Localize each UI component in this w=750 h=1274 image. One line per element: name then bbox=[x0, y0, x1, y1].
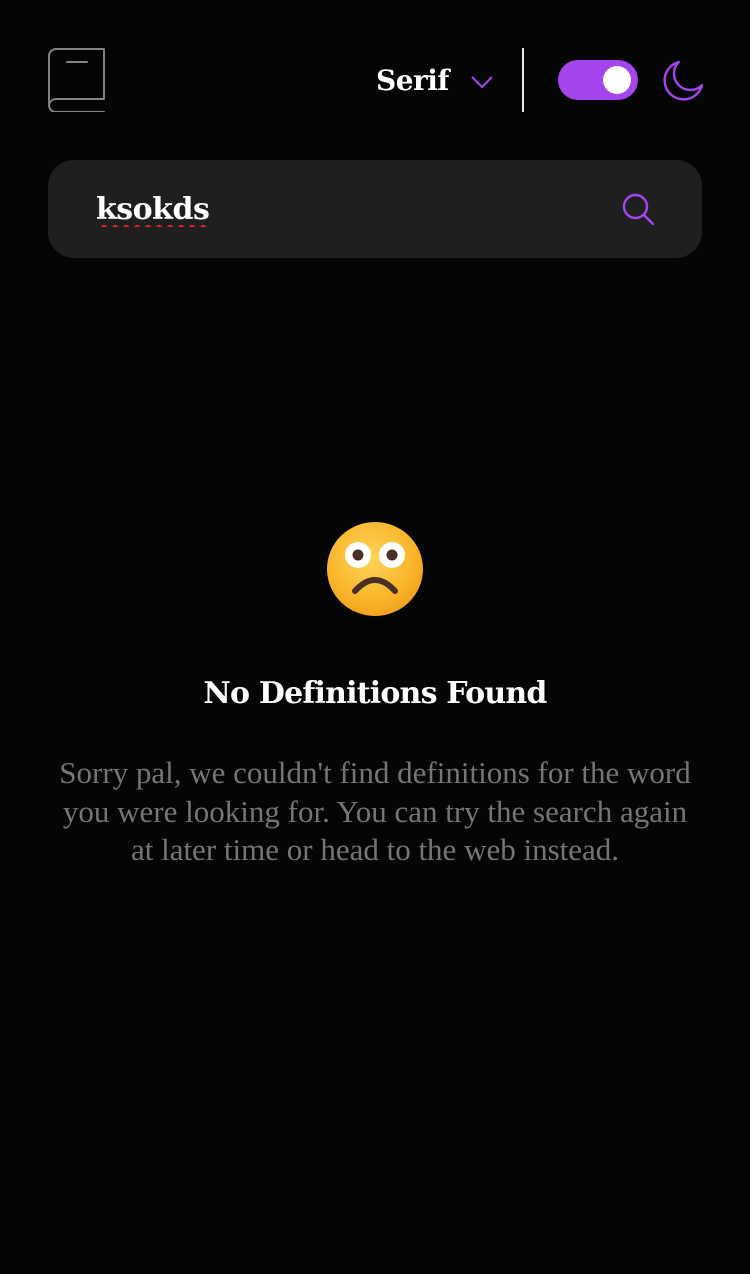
font-select[interactable]: Serif bbox=[376, 58, 493, 102]
theme-toggle[interactable] bbox=[558, 60, 638, 100]
toggle-knob bbox=[603, 66, 631, 94]
search-icon[interactable] bbox=[622, 193, 656, 227]
no-results-title: No Definitions Found bbox=[203, 676, 547, 711]
moon-icon bbox=[663, 60, 704, 101]
book-icon[interactable] bbox=[48, 48, 106, 112]
search-input[interactable] bbox=[96, 182, 596, 236]
no-results-message: Sorry pal, we couldn't find definitions … bbox=[59, 755, 691, 867]
chevron-down-icon bbox=[471, 76, 493, 89]
font-select-value: Serif bbox=[376, 63, 449, 97]
confused-face-emoji bbox=[327, 522, 423, 616]
header-divider bbox=[522, 48, 524, 112]
app-header: Serif bbox=[48, 44, 704, 116]
search-bar bbox=[48, 160, 702, 258]
